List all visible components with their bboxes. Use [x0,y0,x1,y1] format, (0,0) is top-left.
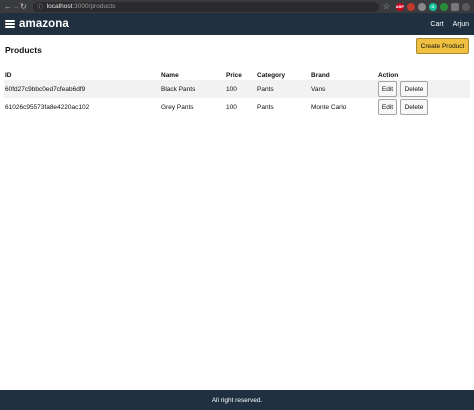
main-content: Products Create Product ID Name Price Ca… [0,35,474,116]
edit-button[interactable]: Edit [378,81,397,97]
cell-id: 60fd27c9bbc0ed7cfeab6df9 [5,85,86,93]
ext-icon[interactable] [417,2,426,11]
column-header-action: Action [378,72,399,79]
address-bar[interactable]: ⓘ localhost:3000/products [32,1,379,12]
footer-text: All right reserved. [211,396,263,404]
menu-icon[interactable] [461,2,470,11]
record-icon[interactable] [406,2,415,11]
cell-brand: Vans [311,85,326,93]
cell-name: Black Pants [161,85,196,93]
hamburger-menu-icon[interactable] [5,20,15,28]
cell-name: Grey Pants [161,103,194,111]
create-product-button[interactable]: Create Product [416,38,469,54]
extensions-area: ABPG⋮ [396,2,474,11]
table-header-row: ID Name Price Category Brand Action [4,71,470,80]
brand-link[interactable]: amazona [19,18,69,30]
reload-icon[interactable]: ↻ [20,0,27,13]
abp-icon[interactable]: ABP [396,2,404,11]
info-icon[interactable]: ⓘ [37,2,43,11]
column-header-brand: Brand [311,72,330,79]
cell-id: 61026c95573fa8e4220ac102 [5,103,90,111]
browser-toolbar: ← → ↻ ⓘ localhost:3000/products ☆ ABPG⋮ [0,0,474,13]
cell-price: 100 [226,103,237,111]
cell-actions: Edit Delete [377,98,470,116]
url-path: :3000/products [72,3,116,10]
column-header-price: Price [226,72,242,79]
delete-button[interactable]: Delete [400,99,428,115]
delete-button[interactable]: Delete [400,81,428,97]
forward-arrow-icon[interactable]: → [12,0,20,13]
cell-actions: Edit Delete [377,80,470,98]
header-nav: Cart Arjun [430,21,469,28]
table-row: 61026c95573fa8e4220ac102 Grey Pants 100 … [4,98,470,116]
puzzle-icon[interactable] [450,2,459,11]
app-header: amazona Cart Arjun [0,13,474,35]
green-ext-icon[interactable] [439,2,448,11]
table-row: 60fd27c9bbc0ed7cfeab6df9 Black Pants 100… [4,80,470,98]
grammarly-icon[interactable]: G [428,2,437,11]
page-title: Products [5,45,42,55]
column-header-name: Name [161,72,179,79]
bookmark-star-icon[interactable]: ☆ [383,2,390,11]
title-row: Products Create Product [4,35,470,71]
user-menu-link[interactable]: Arjun [453,21,469,28]
footer: All right reserved. [0,390,474,410]
cart-link[interactable]: Cart [430,21,443,28]
brand: amazona [5,18,69,30]
cell-category: Pants [257,103,274,111]
column-header-id: ID [5,72,12,79]
edit-button[interactable]: Edit [378,99,397,115]
cell-price: 100 [226,85,237,93]
products-table: ID Name Price Category Brand Action 60fd… [4,71,470,116]
cell-brand: Monte Carlo [311,103,347,111]
cell-category: Pants [257,85,274,93]
column-header-category: Category [257,72,286,79]
back-arrow-icon[interactable]: ← [4,0,12,13]
url-host: localhost [46,3,73,10]
